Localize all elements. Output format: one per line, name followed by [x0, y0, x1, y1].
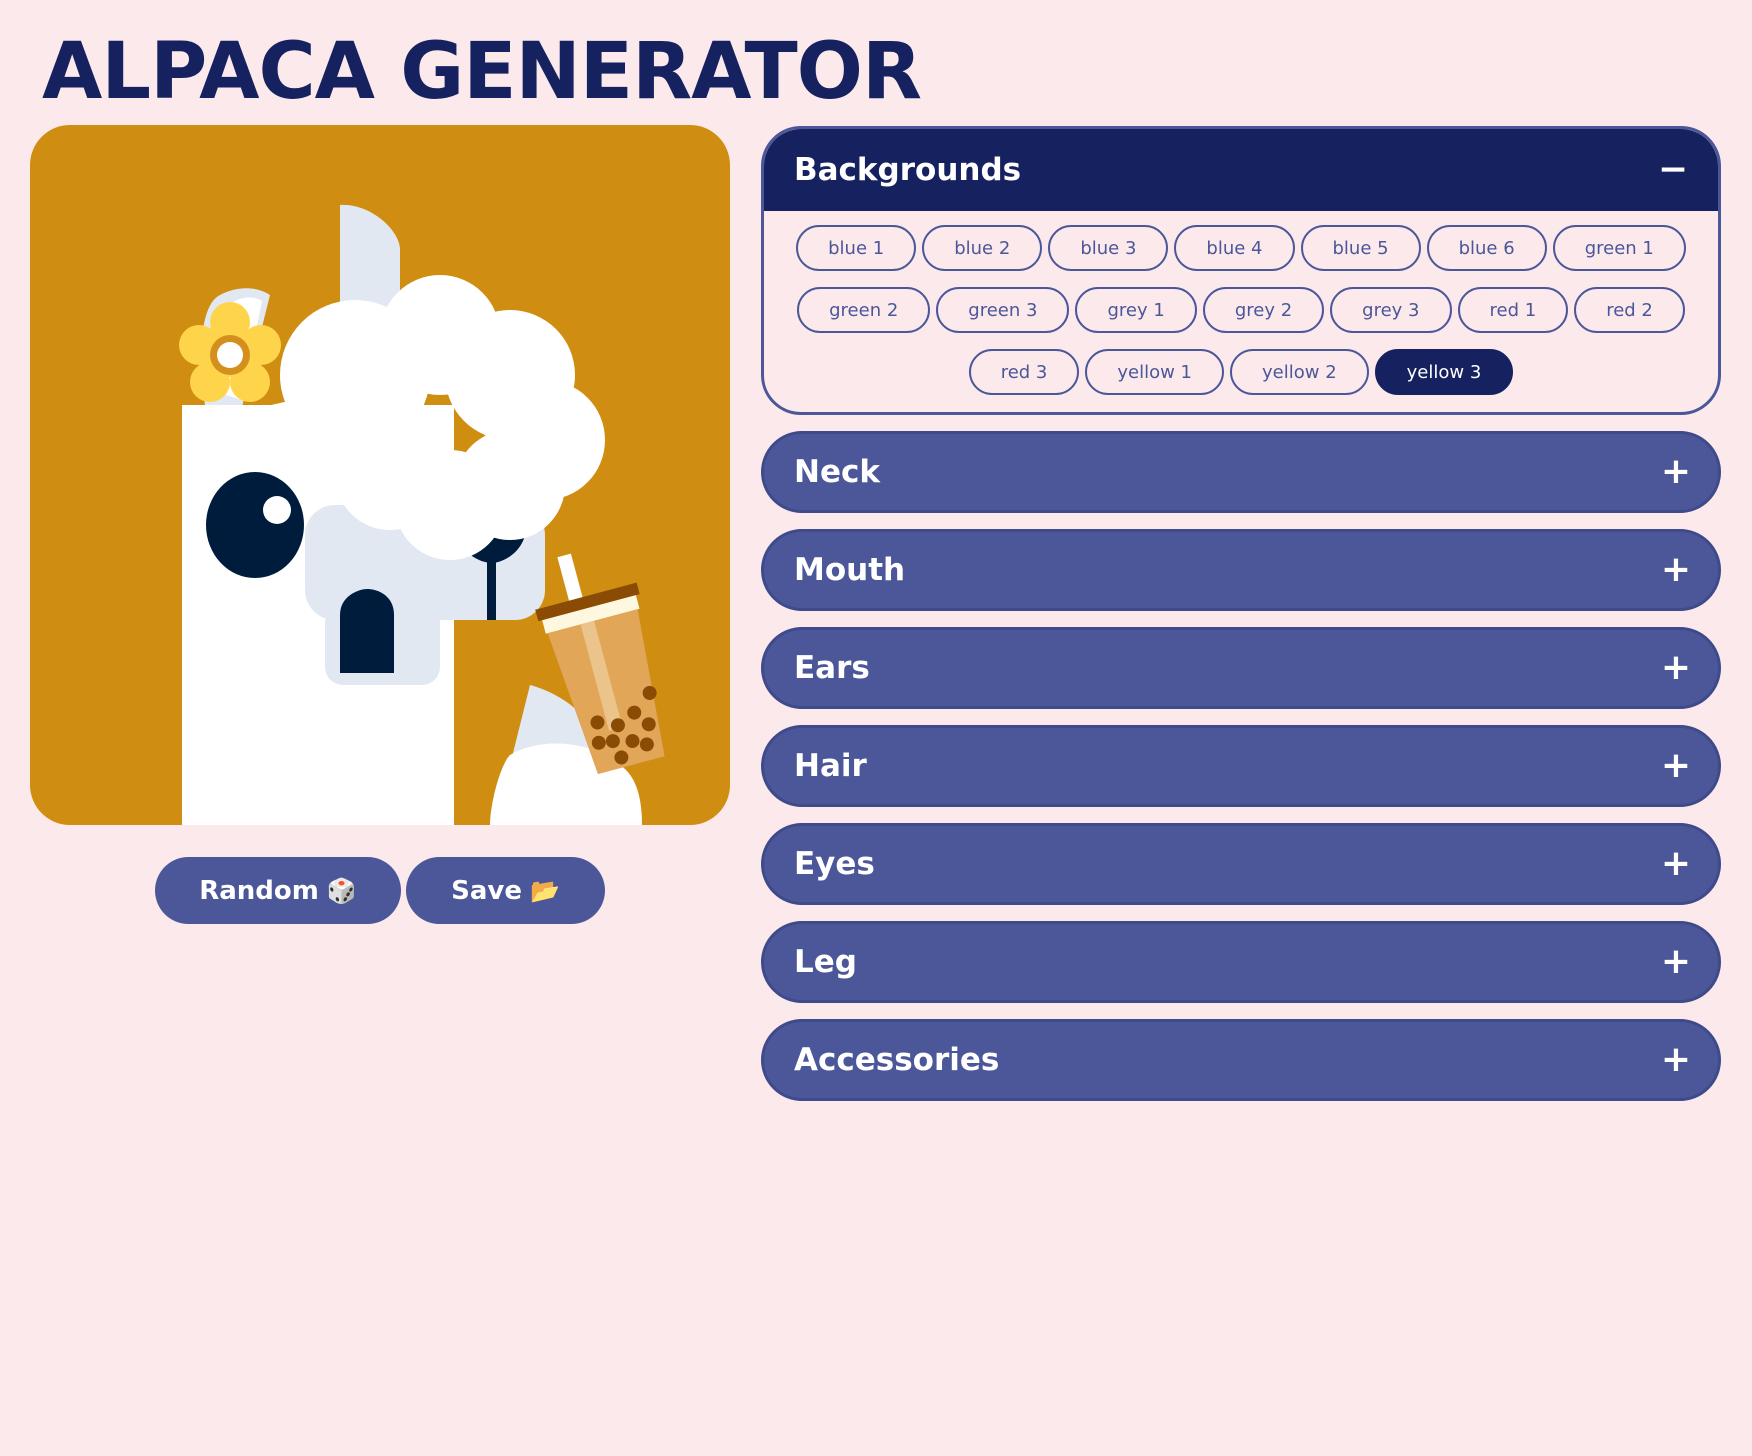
- expand-icon[interactable]: +: [1661, 1042, 1691, 1078]
- section-leg[interactable]: Leg +: [761, 921, 1721, 1003]
- collapse-icon[interactable]: −: [1658, 152, 1688, 188]
- section-hair-label: Hair: [794, 748, 867, 784]
- page-title: ALPACA GENERATOR: [42, 27, 922, 117]
- section-ears[interactable]: Ears +: [761, 627, 1721, 709]
- option-green-2[interactable]: green 2: [797, 287, 931, 333]
- mouth: [340, 589, 394, 673]
- expand-icon[interactable]: +: [1661, 650, 1691, 686]
- section-leg-label: Leg: [794, 944, 857, 980]
- option-blue-3[interactable]: blue 3: [1048, 225, 1169, 271]
- option-grey-2[interactable]: grey 2: [1202, 287, 1325, 333]
- section-hair[interactable]: Hair +: [761, 725, 1721, 807]
- section-accessories-label: Accessories: [794, 1042, 1000, 1078]
- section-backgrounds-label: Backgrounds: [794, 152, 1022, 188]
- option-yellow-1[interactable]: yellow 1: [1085, 349, 1225, 395]
- option-grey-1[interactable]: grey 1: [1075, 287, 1197, 333]
- section-eyes-label: Eyes: [794, 846, 875, 882]
- option-red-3[interactable]: red 3: [968, 349, 1080, 395]
- section-neck[interactable]: Neck +: [761, 431, 1721, 513]
- alpaca-preview: [30, 125, 730, 825]
- random-button-label: Random: [199, 875, 319, 906]
- option-blue-4[interactable]: blue 4: [1174, 225, 1295, 271]
- random-button[interactable]: Random 🎲: [155, 857, 401, 924]
- option-grey-3[interactable]: grey 3: [1330, 287, 1452, 333]
- option-yellow-2[interactable]: yellow 2: [1230, 349, 1369, 395]
- folder-icon: 📂: [529, 876, 560, 905]
- option-red-1[interactable]: red 1: [1457, 287, 1569, 333]
- background-options: blue 1 blue 2 blue 3 blue 4 blue 5 blue …: [764, 211, 1718, 395]
- option-blue-5[interactable]: blue 5: [1300, 225, 1421, 271]
- expand-icon[interactable]: +: [1661, 944, 1691, 980]
- option-green-3[interactable]: green 3: [936, 287, 1070, 333]
- expand-icon[interactable]: +: [1661, 748, 1691, 784]
- section-mouth-label: Mouth: [794, 552, 906, 588]
- option-red-2[interactable]: red 2: [1574, 287, 1685, 333]
- expand-icon[interactable]: +: [1661, 846, 1691, 882]
- section-eyes[interactable]: Eyes +: [761, 823, 1721, 905]
- section-neck-label: Neck: [794, 454, 880, 490]
- save-button[interactable]: Save 📂: [406, 857, 605, 924]
- section-mouth[interactable]: Mouth +: [761, 529, 1721, 611]
- section-backgrounds-header[interactable]: Backgrounds −: [764, 129, 1718, 211]
- expand-icon[interactable]: +: [1661, 454, 1691, 490]
- customization-panel: Backgrounds − blue 1 blue 2 blue 3 blue …: [761, 126, 1721, 1101]
- option-blue-6[interactable]: blue 6: [1426, 225, 1547, 271]
- option-blue-1[interactable]: blue 1: [796, 225, 917, 271]
- section-backgrounds: Backgrounds − blue 1 blue 2 blue 3 blue …: [761, 126, 1721, 415]
- option-blue-2[interactable]: blue 2: [922, 225, 1043, 271]
- dice-icon: 🎲: [326, 876, 357, 905]
- section-accessories[interactable]: Accessories +: [761, 1019, 1721, 1101]
- preview-actions: Random 🎲 Save 📂: [155, 857, 605, 924]
- expand-icon[interactable]: +: [1661, 552, 1691, 588]
- option-yellow-3[interactable]: yellow 3: [1374, 349, 1514, 395]
- option-green-1[interactable]: green 1: [1552, 225, 1686, 271]
- save-button-label: Save: [451, 875, 522, 906]
- eye: [206, 472, 304, 578]
- section-ears-label: Ears: [794, 650, 870, 686]
